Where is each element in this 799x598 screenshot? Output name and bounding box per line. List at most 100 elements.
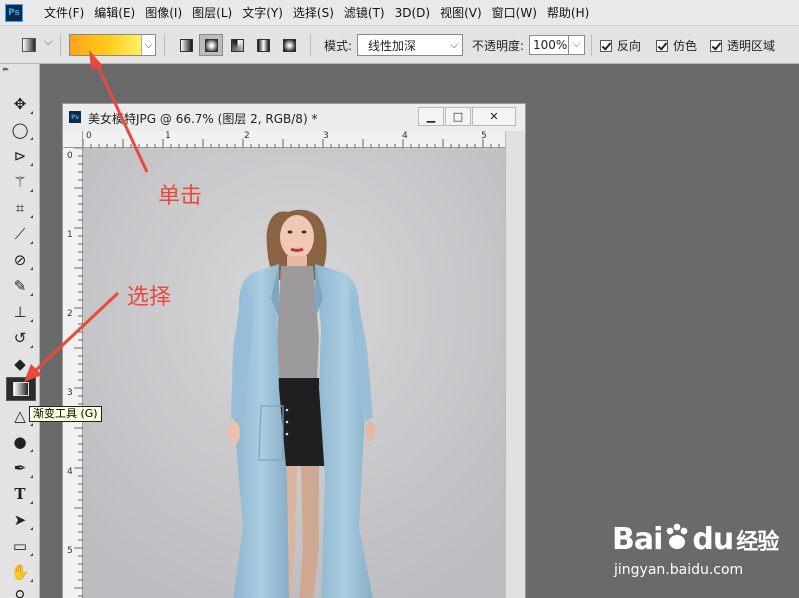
ruler-vertical[interactable]: 0 1 2 3 4 5 (63, 148, 83, 598)
ruler-label: 0 (67, 151, 73, 161)
checkbox-checked-icon[interactable] (600, 39, 612, 52)
blur-triangle-icon: △ (14, 407, 26, 425)
menu-type[interactable]: 文字(Y) (237, 0, 288, 26)
rectangle-icon: ▭ (12, 537, 28, 555)
menu-view[interactable]: 视图(V) (435, 0, 487, 26)
eyedropper-icon: ⟋ (14, 225, 26, 243)
ruler-horizontal[interactable]: 0 1 2 3 4 5 (83, 131, 505, 148)
image-canvas[interactable] (83, 148, 505, 598)
path-selection-tool[interactable]: ➤ (8, 509, 33, 531)
magic-wand-icon: ⚚ (13, 173, 27, 191)
move-tool[interactable]: ✥ (8, 93, 33, 115)
pen-tool[interactable]: ✒ (8, 457, 33, 479)
opacity-input[interactable]: 100% (529, 35, 569, 55)
document-title: 美女模特JPG @ 66.7% (图层 2, RGB/8) * (88, 112, 318, 126)
dither-label: 仿色 (673, 39, 698, 53)
eraser-tool[interactable]: ◆ (8, 353, 33, 375)
crop-tool[interactable]: ⌗ (8, 197, 33, 219)
panel-collapse-icon[interactable]: ▸▸ (0, 64, 39, 74)
history-brush-tool[interactable]: ↺ (8, 327, 33, 349)
zoom-tool[interactable]: ⚲ (8, 585, 32, 598)
brush-tool[interactable]: ✎ (8, 275, 33, 297)
opacity-value: 100% (533, 38, 568, 52)
dodge-tool[interactable]: ● (8, 431, 33, 453)
ruler-label: 4 (67, 467, 73, 477)
chevron-down-icon[interactable]: ⌵ (141, 35, 155, 55)
menu-select[interactable]: 选择(S) (288, 0, 339, 26)
menu-window[interactable]: 窗口(W) (487, 0, 542, 26)
divider (310, 34, 311, 56)
menu-edit[interactable]: 编辑(E) (89, 0, 140, 26)
photoshop-logo: Ps (5, 3, 23, 22)
eyedropper-tool[interactable]: ⟋ (8, 223, 33, 245)
transparency-checkbox[interactable]: 透明区域 (710, 37, 775, 54)
watermark-brand-a: Bai (612, 522, 663, 557)
ruler-label: 3 (323, 131, 329, 141)
reflected-gradient-button[interactable] (251, 34, 275, 56)
document-titlebar[interactable]: Ps 美女模特JPG @ 66.7% (图层 2, RGB/8) * ▁ □ ✕ (63, 104, 525, 131)
rectangle-tool[interactable]: ▭ (8, 535, 33, 557)
tool-preset-caret-icon[interactable]: ⌵ (44, 35, 52, 49)
document-window: Ps 美女模特JPG @ 66.7% (图层 2, RGB/8) * ▁ □ ✕… (62, 103, 526, 598)
minimize-button[interactable]: ▁ (418, 107, 444, 126)
radial-gradient-button[interactable] (199, 34, 223, 56)
hand-tool[interactable]: ✋ (8, 561, 33, 583)
tools-panel: ▸▸ ✥ ◯ ⊳ ⚚ ⌗ ⟋ ⊘ ✎ ⊥ ↺ ◆ △ ● ✒ T ➤ ▭ ✋ ⚲ (0, 64, 40, 598)
checkbox-checked-icon[interactable] (656, 39, 668, 52)
mode-select[interactable]: 线性加深 ⌵ (357, 34, 463, 56)
tool-preset-icon[interactable] (22, 38, 36, 52)
watermark-logo: Bai du 经验 (612, 522, 779, 557)
menu-layer[interactable]: 图层(L) (187, 0, 237, 26)
menu-items: 文件(F) 编辑(E) 图像(I) 图层(L) 文字(Y) 选择(S) 滤镜(T… (39, 0, 594, 26)
opacity-dropdown-button[interactable]: ⌵ (569, 35, 585, 55)
gradient-tool[interactable] (6, 377, 36, 401)
divider (60, 34, 61, 56)
maximize-button[interactable]: □ (445, 107, 471, 126)
clone-stamp-tool[interactable]: ⊥ (8, 301, 33, 323)
gradient-picker[interactable]: ⌵ (69, 34, 156, 56)
pen-icon: ✒ (13, 459, 27, 477)
watermark-brand-c: 经验 (736, 530, 779, 555)
divider (164, 34, 165, 56)
marquee-tool[interactable]: ◯ (8, 119, 33, 141)
annotation-click: 单击 (158, 184, 203, 209)
linear-gradient-button[interactable] (174, 34, 198, 56)
options-bar: ⌵ ⌵ 模式: 线性加深 ⌵ 不透明度: 100% ⌵ 反向 仿色 透明区域 (0, 26, 799, 64)
menu-filter[interactable]: 滤镜(T) (339, 0, 390, 26)
model-photo (83, 148, 505, 598)
watermark-url: jingyan.baidu.com (614, 562, 744, 578)
ruler-ticks (83, 139, 500, 148)
close-button[interactable]: ✕ (472, 107, 516, 126)
menu-file[interactable]: 文件(F) (39, 0, 89, 26)
ruler-corner[interactable] (63, 131, 83, 148)
diamond-gradient-button[interactable] (277, 34, 301, 56)
menu-3d[interactable]: 3D(D) (390, 0, 435, 26)
ruler-ticks (74, 148, 83, 597)
dodge-icon: ● (13, 433, 27, 451)
reflected-gradient-icon (256, 38, 270, 52)
healing-brush-tool[interactable]: ⊘ (8, 249, 33, 271)
lasso-tool[interactable]: ⊳ (8, 145, 33, 167)
mode-value: 线性加深 (368, 38, 417, 53)
annotation-select: 选择 (127, 285, 172, 310)
ellipse-marquee-icon: ◯ (11, 121, 29, 139)
type-tool[interactable]: T (8, 483, 33, 505)
reverse-checkbox[interactable]: 反向 (600, 37, 641, 54)
angle-gradient-icon (230, 38, 244, 52)
magic-wand-tool[interactable]: ⚚ (8, 171, 33, 193)
linear-gradient-icon (179, 38, 193, 52)
angle-gradient-button[interactable] (225, 34, 249, 56)
gradient-preview[interactable] (70, 35, 141, 55)
dither-checkbox[interactable]: 仿色 (656, 37, 697, 54)
menu-image[interactable]: 图像(I) (140, 0, 187, 26)
ruler-label: 1 (67, 230, 73, 240)
baidu-watermark: Bai du 经验 jingyan.baidu.com (612, 510, 792, 592)
type-icon: T (14, 485, 26, 503)
vertical-scrollbar[interactable] (505, 131, 525, 598)
ruler-label: 3 (67, 388, 73, 398)
menu-help[interactable]: 帮助(H) (542, 0, 594, 26)
checkbox-checked-icon[interactable] (710, 39, 722, 52)
chevron-down-icon: ⌵ (450, 39, 458, 51)
ruler-label: 2 (67, 309, 73, 319)
reverse-label: 反向 (617, 39, 642, 53)
